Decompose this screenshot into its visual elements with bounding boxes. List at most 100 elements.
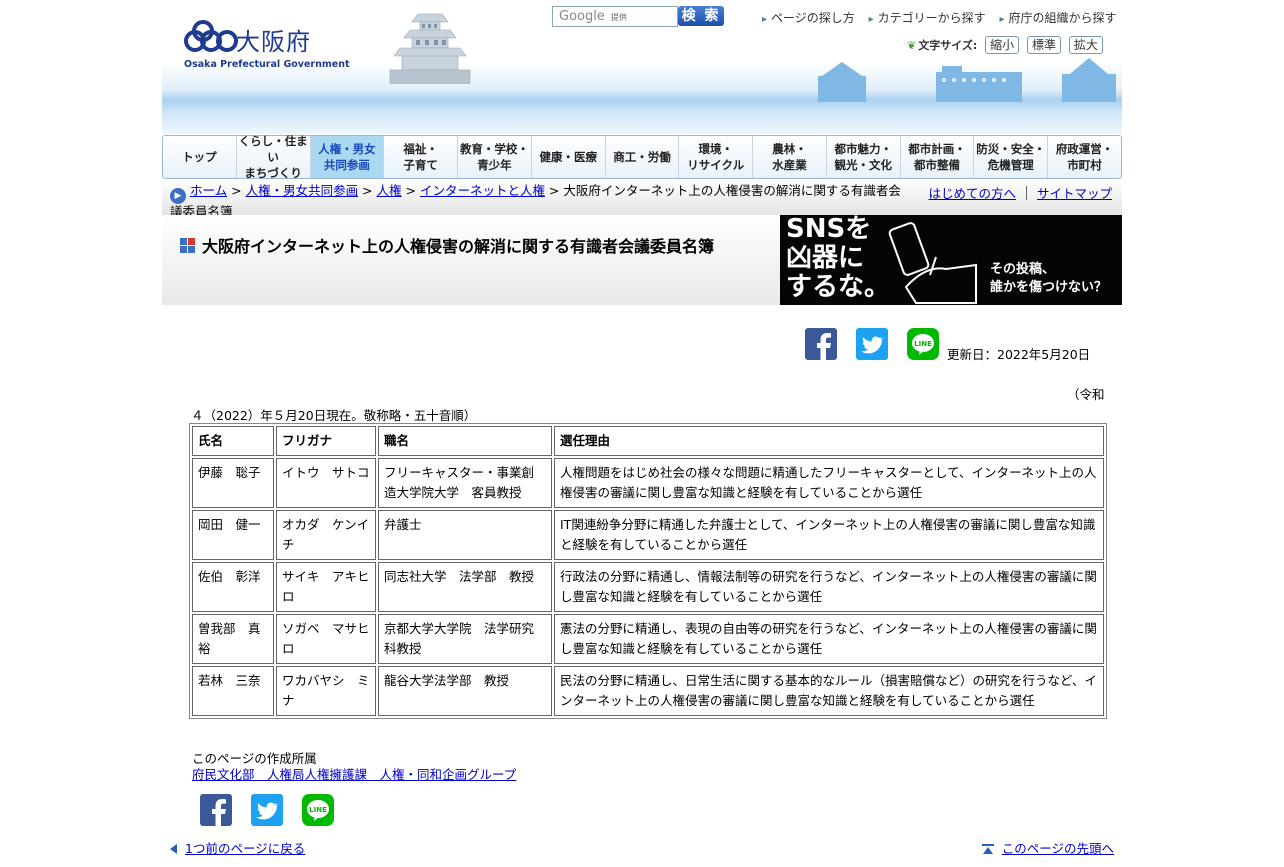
page-title: 大阪府インターネット上の人権侵害の解消に関する有識者会議委員名簿 [202,237,715,256]
page-guide-link[interactable]: ページの探し方 [762,11,855,25]
nav-administration[interactable]: 府政運営・ 市町村 [1048,136,1121,178]
members-table: 氏名 フリガナ 職名 選任理由 伊藤 聡子 イトウ サトコ フリーキャスター・事… [189,423,1107,719]
breadcrumb: ▶ ホーム > 人権・男女共同参画 > 人権 > インターネットと人権 > 大阪府… [162,179,1122,219]
col-header-reason: 選任理由 [554,426,1104,456]
table-row: 若林 三奈 ワカバヤシ ミナ 龍谷大学法学部 教授 民法の分野に精通し、日常生活… [192,666,1104,716]
nav-tourism[interactable]: 都市魅力・ 観光・文化 [827,136,901,178]
organization-search-link[interactable]: 府庁の組織から探す [1000,11,1117,25]
osaka-castle-icon [389,13,471,84]
twitter-share-icon[interactable] [251,794,283,826]
sitemap-link[interactable]: サイトマップ [1037,186,1112,201]
nav-environment[interactable]: 環境・ リサイクル [679,136,754,178]
nav-human-rights[interactable]: 人権・男女 共同参画 [310,136,385,178]
col-header-position: 職名 [378,426,552,456]
page-top-link[interactable]: このページの先頭へ [981,838,1114,857]
nav-urban-planning[interactable]: 都市計画・ 都市整備 [901,136,975,178]
category-search-link[interactable]: カテゴリーから探す [869,11,986,25]
back-link-text[interactable]: 1つ前のページに戻る [185,841,305,856]
title-area: 大阪府インターネット上の人権侵害の解消に関する有識者会議委員名簿 SNSを 凶器に… [162,215,1122,305]
divider [1025,186,1027,200]
nav-commerce[interactable]: 商工・労働 [606,136,680,178]
search-button[interactable]: 検 索 [678,6,724,26]
page-owner-label: このページの作成所属 [192,751,317,766]
table-header-row: 氏名 フリガナ 職名 選任理由 [192,426,1104,456]
city-skyline-icon [818,58,1116,102]
page-owner-link[interactable]: 府民文化部 人権局人権擁護課 人権・同和企画グループ [192,767,516,782]
cell-furigana: サイキ アキヒロ [276,562,376,612]
header-links: ページの探し方 カテゴリーから探す 府庁の組織から探す [762,9,1122,26]
facebook-share-icon[interactable] [805,328,837,360]
facebook-share-icon[interactable] [200,794,232,826]
svg-text:LINE: LINE [914,340,932,348]
nav-welfare[interactable]: 福祉・ 子育て [384,136,459,178]
cell-reason: 行政法の分野に精通し、情報法制等の研究を行うなど、インターネット上の人権侵害の審… [554,562,1104,612]
cell-name: 若林 三奈 [192,666,274,716]
breadcrumb-home[interactable]: ホーム [190,183,227,198]
cell-name: 岡田 健一 [192,510,274,560]
page: 大阪府 Osaka Prefectural Government Google … [162,0,1122,856]
col-header-name: 氏名 [192,426,274,456]
breadcrumb-internet-rights[interactable]: インターネットと人権 [420,183,545,198]
line-share-icon[interactable]: LINE [907,328,939,360]
cell-position: 龍谷大学法学部 教授 [378,666,552,716]
breadcrumb-human-rights[interactable]: 人権 [377,183,402,198]
cell-reason: IT関連紛争分野に精通した弁護士として、インターネット上の人権侵害の審議に関し豊… [554,510,1104,560]
home-arrow-icon: ▶ [170,188,186,204]
nav-top[interactable]: トップ [163,136,237,178]
banner-sub1: その投稿、 [990,262,1056,277]
cell-furigana: ソガベ マサヒロ [276,614,376,664]
table-row: 佐伯 彰洋 サイキ アキヒロ 同志社大学 法学部 教授 行政法の分野に精通し、情… [192,562,1104,612]
smartphone-hand-icon [888,222,977,304]
cell-position: 弁護士 [378,510,552,560]
font-smaller-button[interactable]: 縮小 [985,36,1020,54]
font-size-label: 文字サイズ: [918,39,978,52]
font-size-control: ❦ 文字サイズ: 縮小 標準 拡大 [907,36,1103,54]
svg-text:LINE: LINE [309,806,327,814]
search-placeholder: Google [559,9,605,24]
breadcrumb-human-rights-gender[interactable]: 人権・男女共同参画 [246,183,359,198]
nav-disaster[interactable]: 防災・安全・ 危機管理 [974,136,1049,178]
banner-line1: SNSを [786,215,872,244]
osaka-emblem-icon [184,20,238,56]
cell-position: 京都大学大学院 法学研究科教授 [378,614,552,664]
table-row: 伊藤 聡子 イトウ サトコ フリーキャスター・事業創造大学院大学 客員教授 人権… [192,458,1104,508]
back-link[interactable]: 1つ前のページに戻る [170,838,305,857]
osaka-logo[interactable]: 大阪府 Osaka Prefectural Government [184,20,350,72]
date-note-line1: （令和 [1067,387,1105,402]
nav-health[interactable]: 健康・医療 [532,136,606,178]
sns-banner[interactable]: SNSを 凶器に するな。 その投稿、 誰かを傷つけない？ [780,215,1122,305]
cell-furigana: ワカバヤシ ミナ [276,666,376,716]
updated-date: 更新日：2022年5月20日 [947,347,1091,362]
page-title-heading: 大阪府インターネット上の人権侵害の解消に関する有識者会議委員名簿 [180,233,714,257]
nav-agriculture[interactable]: 農林・ 水産業 [753,136,827,178]
table-row: 曽我部 真裕 ソガベ マサヒロ 京都大学大学院 法学研究科教授 憲法の分野に精通… [192,614,1104,664]
logo-text-en: Osaka Prefectural Government [184,59,350,70]
font-standard-button[interactable]: 標準 [1027,36,1062,54]
cell-reason: 民法の分野に精通し、日常生活に関する基本的なルール（損害賠償など）の研究を行うな… [554,666,1104,716]
arrow-left-icon [170,844,177,854]
line-share-icon[interactable]: LINE [302,794,334,826]
page-top-link-text[interactable]: このページの先頭へ [1002,841,1114,856]
cell-name: 曽我部 真裕 [192,614,274,664]
arrow-up-icon [981,844,994,854]
search-provided-label: 提供 [610,13,627,22]
cell-furigana: イトウ サトコ [276,458,376,508]
nav-education[interactable]: 教育・学校・ 青少年 [458,136,532,178]
twitter-share-icon[interactable] [856,328,888,360]
page-owner-info: このページの作成所属 府民文化部 人権局人権擁護課 人権・同和企画グループ [192,751,516,783]
cell-name: 伊藤 聡子 [192,458,274,508]
cell-name: 佐伯 彰洋 [192,562,274,612]
site-header: 大阪府 Osaka Prefectural Government Google … [162,0,1122,134]
nav-living[interactable]: くらし・住まい まちづくり [237,134,311,180]
banner-line3: するな。 [786,272,891,302]
logo-text: 大阪府 [236,28,311,56]
cell-reason: 憲法の分野に精通し、表現の自由等の研究を行うなど、インターネット上の人権侵害の審… [554,614,1104,664]
cell-position: 同志社大学 法学部 教授 [378,562,552,612]
date-note-line2: ４（2022）年５月20日現在。敬称略・五十音順） [191,408,477,423]
search-input[interactable]: Google 提供 [552,6,678,27]
cell-position: フリーキャスター・事業創造大学院大学 客員教授 [378,458,552,508]
banner-sub2: 誰かを傷つけない？ [990,280,1108,295]
first-time-link[interactable]: はじめての方へ [928,186,1016,201]
global-nav: トップ くらし・住まい まちづくり 人権・男女 共同参画 福祉・ 子育て 教育・学校・… [162,134,1122,180]
font-larger-button[interactable]: 拡大 [1068,36,1103,54]
